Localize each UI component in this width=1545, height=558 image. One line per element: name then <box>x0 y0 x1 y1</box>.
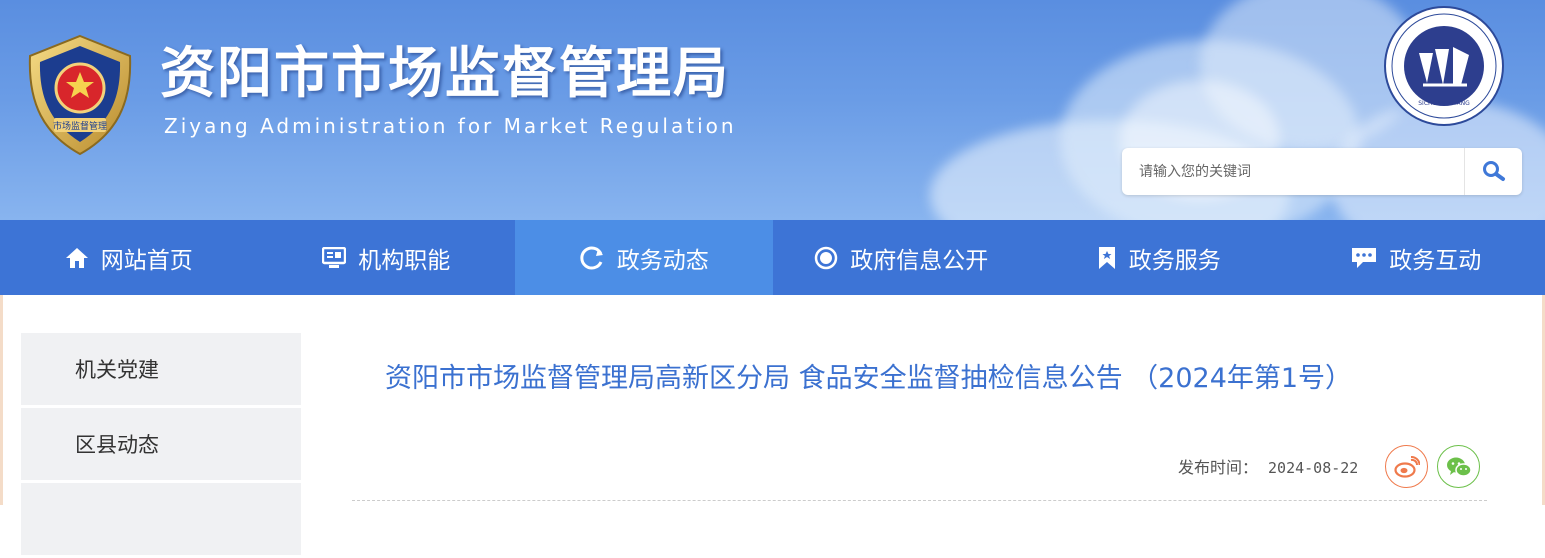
publish-label: 发布时间： <box>1178 458 1258 477</box>
search-box <box>1122 148 1522 195</box>
sidebar-item-district-news[interactable]: 区县动态 <box>21 408 301 480</box>
weibo-share-button[interactable] <box>1385 445 1428 488</box>
site-subtitle: Ziyang Administration for Market Regulat… <box>164 113 737 139</box>
refresh-icon <box>579 245 605 271</box>
ziyang-badge-logo: SICHUAN ZIYANG <box>1383 5 1505 127</box>
wechat-share-button[interactable] <box>1437 445 1480 488</box>
wechat-icon <box>1446 456 1472 478</box>
article-title: 资阳市市场监督管理局高新区分局 食品安全监督抽检信息公告 （2024年第1号） <box>385 357 1352 401</box>
nav-item-label: 网站首页 <box>101 241 193 275</box>
nav-item-organization[interactable]: 机构职能 <box>258 220 516 295</box>
monitor-icon <box>322 247 346 269</box>
nav-item-info-disclosure[interactable]: 政府信息公开 <box>773 220 1031 295</box>
svg-text:市场监督管理: 市场监督管理 <box>53 120 107 132</box>
home-icon <box>65 247 89 269</box>
publish-meta: 发布时间： 2024-08-22 <box>1178 455 1358 481</box>
nav-item-label: 政务动态 <box>617 241 709 275</box>
sidebar-item-party-building[interactable]: 机关党建 <box>21 333 301 405</box>
chat-icon <box>1351 246 1377 270</box>
market-regulation-emblem: 市场监督管理 <box>24 34 136 156</box>
circle-icon <box>814 246 838 270</box>
nav-item-interaction[interactable]: 政务互动 <box>1288 220 1545 295</box>
bookmark-icon <box>1097 246 1117 270</box>
search-input[interactable] <box>1122 148 1462 195</box>
sidebar-item[interactable] <box>21 483 301 555</box>
sidebar-item-label: 机关党建 <box>75 354 159 384</box>
main-content: 机关党建 区县动态 资阳市市场监督管理局高新区分局 食品安全监督抽检信息公告 （… <box>0 295 1545 505</box>
svg-text:SICHUAN ZIYANG: SICHUAN ZIYANG <box>1418 100 1470 107</box>
nav-item-label: 机构职能 <box>358 241 450 275</box>
nav-item-label: 政务服务 <box>1129 241 1221 275</box>
site-title: 资阳市市场监督管理局 <box>160 38 730 108</box>
weibo-icon <box>1394 456 1420 478</box>
sidebar: 机关党建 区县动态 <box>21 333 301 558</box>
search-icon <box>1481 159 1507 185</box>
search-button[interactable] <box>1464 148 1522 195</box>
publish-date: 2024-08-22 <box>1268 459 1358 477</box>
nav-item-home[interactable]: 网站首页 <box>0 220 258 295</box>
left-edge <box>0 295 3 505</box>
nav-item-label: 政务互动 <box>1389 241 1481 275</box>
nav-item-label: 政府信息公开 <box>850 241 988 275</box>
nav-item-services[interactable]: 政务服务 <box>1030 220 1288 295</box>
nav-item-news[interactable]: 政务动态 <box>515 220 773 295</box>
site-header: 市场监督管理 资阳市市场监督管理局 Ziyang Administration … <box>0 0 1545 220</box>
sidebar-item-label: 区县动态 <box>75 429 159 459</box>
divider <box>352 500 1487 501</box>
main-nav: 网站首页 机构职能 政务动态 政府信息公开 政务服务 政务互动 <box>0 220 1545 295</box>
